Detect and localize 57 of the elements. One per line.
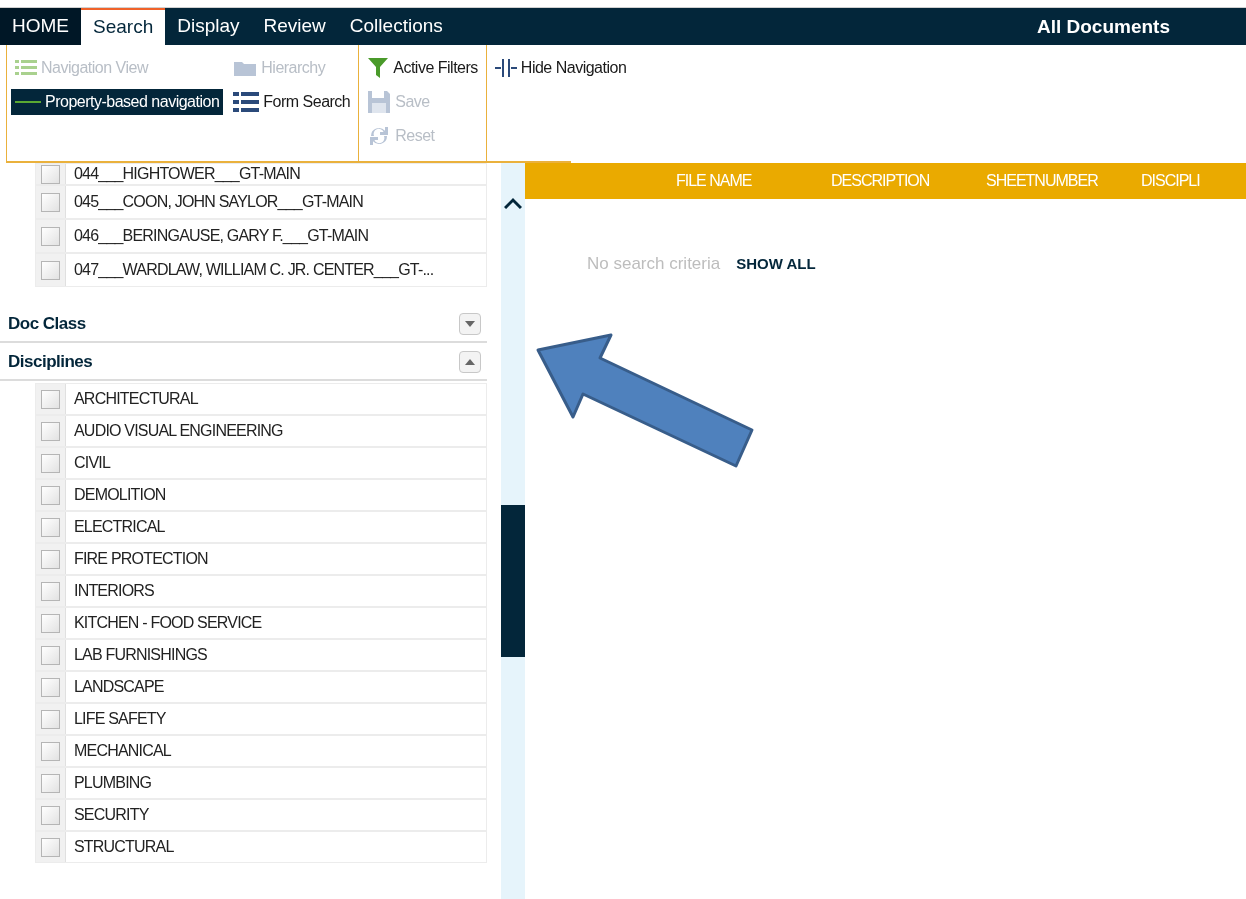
caret-down-icon (465, 321, 475, 327)
scroll-bar[interactable] (501, 163, 525, 899)
option-label[interactable]: LIFE SAFETY (66, 707, 166, 731)
checkbox[interactable] (41, 421, 60, 441)
folder-icon (233, 59, 258, 77)
checkbox[interactable] (41, 517, 60, 537)
checkbox[interactable] (41, 453, 60, 473)
ribbon-button[interactable]: Active Filters (363, 55, 482, 81)
list-icon (15, 59, 37, 77)
scroll-up-icon[interactable] (504, 197, 522, 209)
option-label[interactable]: PLUMBING (66, 771, 152, 795)
option-label[interactable]: ELECTRICAL (66, 515, 165, 539)
tab[interactable]: Display (165, 8, 252, 45)
checkbox[interactable] (41, 549, 60, 569)
ribbon-button[interactable]: Property-based navigation (11, 89, 224, 115)
section-title: Doc Class (8, 313, 86, 336)
checkbox[interactable] (41, 773, 60, 793)
page-title: All Documents (1036, 14, 1170, 39)
line-icon (15, 100, 41, 104)
option-label[interactable]: STRUCTURAL (66, 835, 174, 859)
option-label[interactable]: CIVIL (66, 451, 111, 475)
checkbox[interactable] (41, 613, 60, 633)
checkbox[interactable] (41, 677, 60, 697)
tab[interactable]: Collections (337, 8, 455, 45)
scroll-thumb[interactable] (501, 505, 525, 657)
option-label[interactable]: LANDSCAPE (66, 675, 164, 699)
checkbox[interactable] (41, 389, 60, 409)
section-title: Disciplines (8, 351, 93, 374)
checkbox[interactable] (41, 164, 60, 184)
tab[interactable]: Search (81, 8, 166, 45)
option-label[interactable]: INTERIORS (66, 579, 154, 603)
checkbox[interactable] (41, 581, 60, 601)
checkbox[interactable] (41, 260, 60, 280)
save-icon (367, 90, 392, 114)
empty-message: No search criteria (587, 253, 721, 275)
list-icon (233, 92, 260, 112)
checkbox[interactable] (41, 226, 60, 246)
option-label[interactable]: MECHANICAL (66, 739, 171, 763)
checkbox[interactable] (41, 645, 60, 665)
checkbox[interactable] (41, 192, 60, 212)
checkbox[interactable] (41, 709, 60, 729)
caret-up-icon (465, 359, 475, 365)
tab[interactable]: HOME (0, 8, 81, 45)
toggle-button[interactable] (459, 351, 481, 373)
collapse-icon (494, 59, 517, 77)
checkbox[interactable] (41, 837, 60, 857)
toggle-button[interactable] (459, 313, 481, 335)
checkbox[interactable] (41, 485, 60, 505)
checkbox[interactable] (41, 805, 60, 825)
option-label[interactable]: SECURITY (66, 803, 149, 827)
show-all-link[interactable]: SHOW ALL (736, 252, 816, 275)
option-label[interactable]: DEMOLITION (66, 483, 166, 507)
tab[interactable]: Review (251, 8, 338, 45)
funnel-icon (367, 57, 390, 79)
checkbox[interactable] (41, 741, 60, 761)
ribbon-button[interactable]: Hide Navigation (490, 55, 631, 81)
ribbon-button[interactable]: Form Search (229, 89, 355, 115)
